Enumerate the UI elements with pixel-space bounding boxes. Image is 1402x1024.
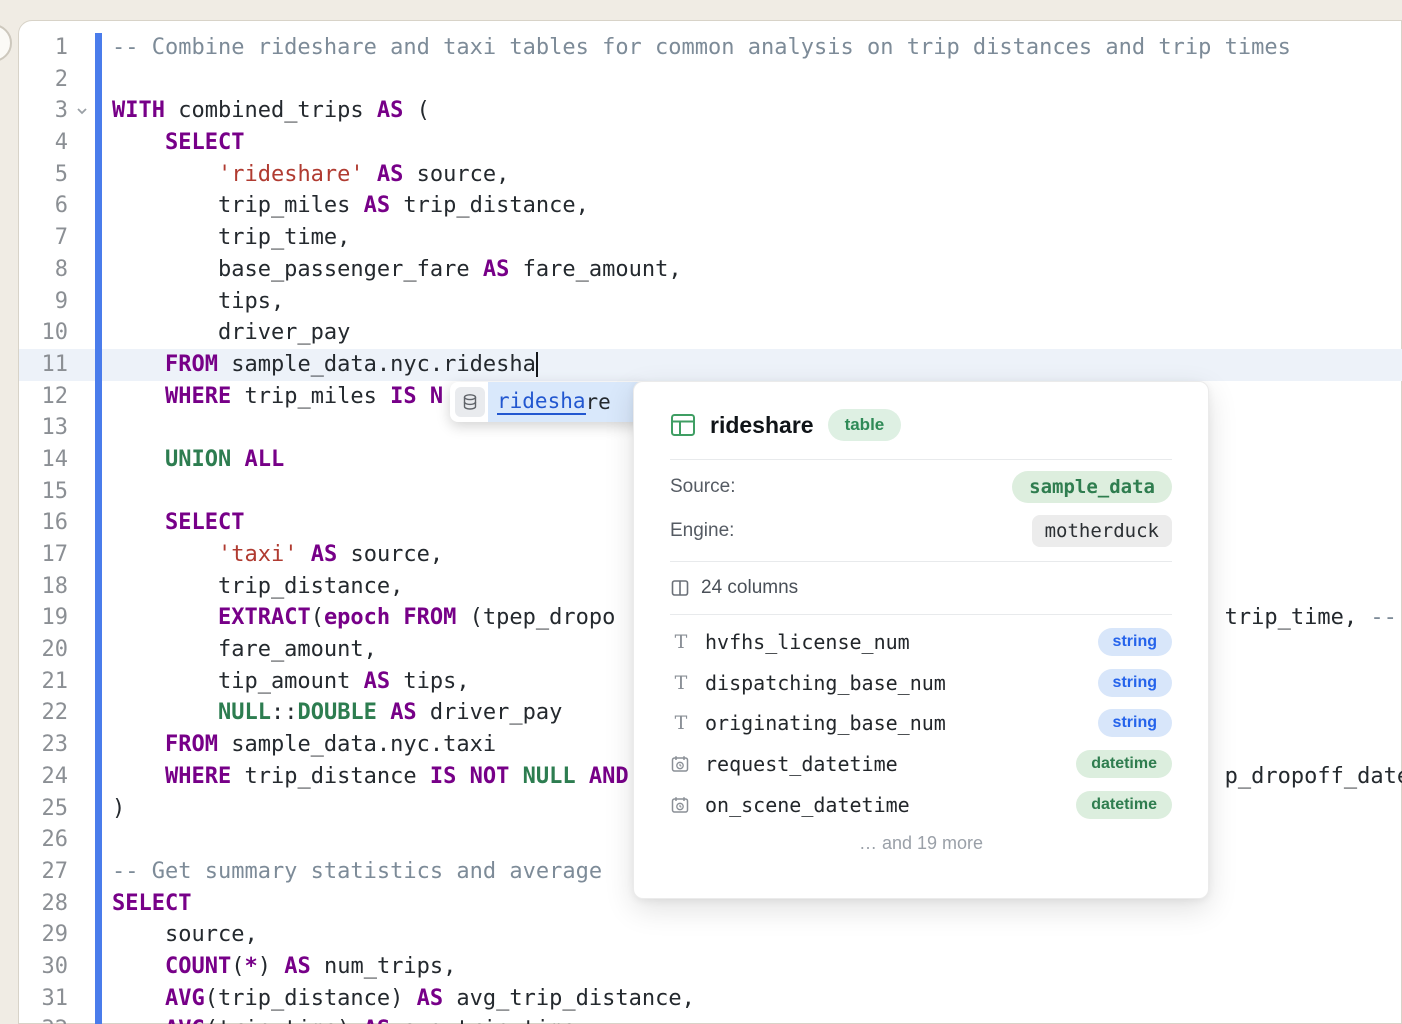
column-row: request_datetime datetime xyxy=(670,744,1172,785)
engine-badge: motherduck xyxy=(1032,515,1172,547)
line-number: 26 xyxy=(20,824,68,856)
code-line-9[interactable]: tips, xyxy=(112,286,1402,318)
line-number: 5 xyxy=(20,159,68,191)
table-info-card: rideshare table Source: sample_data Engi… xyxy=(633,381,1209,899)
fold-chevron-icon[interactable] xyxy=(74,103,90,119)
line-number-gutter: 1234567891011121314151617181920212223242… xyxy=(20,32,68,1024)
code-line-32[interactable]: AVG(trip_time) AS avg_trip_time, xyxy=(112,1014,1402,1024)
line-number: 10 xyxy=(20,317,68,349)
line-number: 6 xyxy=(20,190,68,222)
autocomplete-match-text: ridesha xyxy=(497,389,586,415)
column-type-badge: datetime xyxy=(1076,750,1172,778)
column-row: Tdispatching_base_num string xyxy=(670,663,1172,704)
line-number: 8 xyxy=(20,254,68,286)
code-line-30[interactable]: COUNT(*) AS num_trips, xyxy=(112,951,1402,983)
line-number: 3 xyxy=(20,95,68,127)
table-type-badge: table xyxy=(828,409,902,441)
database-icon xyxy=(455,387,485,417)
column-name: originating_base_num xyxy=(705,711,946,735)
column-row: on_scene_datetime datetime xyxy=(670,784,1172,825)
line-number: 32 xyxy=(20,1014,68,1024)
line-number: 13 xyxy=(20,412,68,444)
divider xyxy=(670,614,1172,615)
autocomplete-rest-text: re xyxy=(586,390,611,414)
columns-icon xyxy=(670,578,690,598)
code-line-31[interactable]: AVG(trip_distance) AS avg_trip_distance, xyxy=(112,983,1402,1015)
line-number: 14 xyxy=(20,444,68,476)
column-name: request_datetime xyxy=(705,752,898,776)
column-row: Thvfhs_license_num string xyxy=(670,622,1172,663)
column-name: hvfhs_license_num xyxy=(705,630,910,654)
calendar-clock-icon xyxy=(670,754,692,774)
line-number: 19 xyxy=(20,602,68,634)
calendar-clock-icon xyxy=(670,795,692,815)
column-list: Thvfhs_license_numstringTdispatching_bas… xyxy=(670,622,1172,825)
line-number: 11 xyxy=(20,349,68,381)
line-number: 9 xyxy=(20,286,68,318)
text-type-icon: T xyxy=(670,672,692,694)
line-number: 1 xyxy=(20,32,68,64)
cell-gutter-bar xyxy=(95,33,102,1024)
code-line-11[interactable]: FROM sample_data.nyc.ridesha xyxy=(112,349,1402,381)
line-number: 23 xyxy=(20,729,68,761)
column-type-badge: datetime xyxy=(1076,791,1172,819)
divider xyxy=(670,459,1172,460)
code-line-3[interactable]: WITH combined_trips AS ( xyxy=(112,95,1402,127)
code-line-1[interactable]: -- Combine rideshare and taxi tables for… xyxy=(112,32,1402,64)
column-row: Toriginating_base_num string xyxy=(670,703,1172,744)
line-number: 12 xyxy=(20,381,68,413)
column-name: on_scene_datetime xyxy=(705,793,910,817)
line-number: 22 xyxy=(20,697,68,729)
more-columns-label: … and 19 more xyxy=(670,833,1172,854)
column-name: dispatching_base_num xyxy=(705,671,946,695)
edge-partial-button[interactable] xyxy=(0,24,12,62)
table-name: rideshare xyxy=(710,412,814,439)
cursor-caret xyxy=(536,352,538,377)
column-type-badge: string xyxy=(1098,669,1172,697)
line-number: 18 xyxy=(20,571,68,603)
text-type-icon: T xyxy=(670,712,692,734)
source-badge: sample_data xyxy=(1012,471,1172,503)
line-number: 27 xyxy=(20,856,68,888)
code-line-29[interactable]: source, xyxy=(112,919,1402,951)
line-number: 31 xyxy=(20,983,68,1015)
line-number: 30 xyxy=(20,951,68,983)
line-number: 16 xyxy=(20,507,68,539)
autocomplete-popup: rideshare xyxy=(450,382,644,422)
engine-label: Engine: xyxy=(670,520,734,542)
line-number: 24 xyxy=(20,761,68,793)
autocomplete-item-rideshare[interactable]: rideshare xyxy=(488,382,644,422)
table-icon xyxy=(670,412,696,438)
code-line-5[interactable]: 'rideshare' AS source, xyxy=(112,159,1402,191)
line-number: 7 xyxy=(20,222,68,254)
line-number: 20 xyxy=(20,634,68,666)
source-label: Source: xyxy=(670,476,735,498)
line-number: 17 xyxy=(20,539,68,571)
column-type-badge: string xyxy=(1098,709,1172,737)
text-type-icon: T xyxy=(670,631,692,653)
code-line-4[interactable]: SELECT xyxy=(112,127,1402,159)
line-number: 25 xyxy=(20,793,68,825)
code-line-10[interactable]: driver_pay xyxy=(112,317,1402,349)
line-number: 2 xyxy=(20,64,68,96)
code-line-6[interactable]: trip_miles AS trip_distance, xyxy=(112,190,1402,222)
divider xyxy=(670,561,1172,562)
code-line-7[interactable]: trip_time, xyxy=(112,222,1402,254)
column-type-badge: string xyxy=(1098,628,1172,656)
sql-editor-screen: 1234567891011121314151617181920212223242… xyxy=(0,0,1402,1024)
line-number: 28 xyxy=(20,888,68,920)
code-line-2[interactable] xyxy=(112,64,1402,96)
line-number: 4 xyxy=(20,127,68,159)
line-number: 15 xyxy=(20,476,68,508)
code-line-8[interactable]: base_passenger_fare AS fare_amount, xyxy=(112,254,1402,286)
columns-count: 24 columns xyxy=(701,577,798,599)
line-number: 21 xyxy=(20,666,68,698)
line-number: 29 xyxy=(20,919,68,951)
